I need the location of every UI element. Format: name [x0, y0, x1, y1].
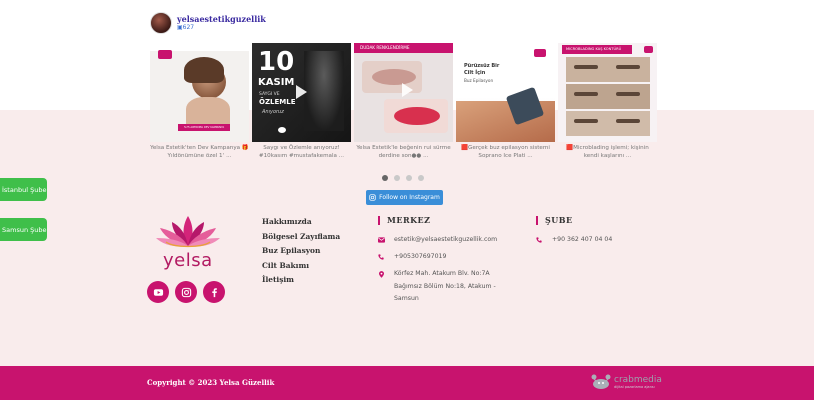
samsun-branch-button[interactable]: Samsun Şube — [0, 218, 47, 241]
post-caption-5-more: kendi kaşlarını ... — [583, 153, 632, 159]
copyright-text: Copyright © 2023 Yelsa Güzellik — [147, 378, 275, 387]
facebook-button[interactable] — [203, 281, 225, 303]
link-regional-slimming[interactable]: Bölgesel Zayıflama — [262, 230, 340, 245]
carousel-dot-4[interactable] — [418, 175, 424, 181]
carousel-dot-2[interactable] — [394, 175, 400, 181]
location-pin-icon — [377, 268, 385, 278]
youtube-button[interactable] — [147, 281, 169, 303]
phone-icon — [377, 251, 385, 260]
footer-links: Hakkımızda Bölgesel Zayıflama Buz Epilas… — [262, 215, 340, 288]
post-count-value: 627 — [182, 23, 195, 31]
post-caption-5: 🟥Microblading işlemi; kişinin — [566, 145, 649, 151]
carousel-pagination — [382, 175, 424, 181]
thumb-text-line: Cilt İçin — [464, 70, 486, 76]
play-icon[interactable] — [500, 85, 511, 99]
month-label: KASIM — [258, 77, 295, 88]
instagram-gallery: %75 ARTIRIMLI DEV KAMPANYA Yelsa Estetik… — [150, 43, 658, 163]
envelope-icon — [377, 234, 385, 243]
thumb-text-line: Buz Epilasyon — [464, 78, 494, 83]
sube-phone-row[interactable]: +90 362 407 04 04 — [535, 234, 612, 247]
thumb-header: DUDAK RENKLENDİRME — [354, 43, 453, 53]
post-thumbnail-2[interactable]: 10 KASIM SAYGI VE ÖZLEMLE Anıyoruz — [252, 43, 351, 142]
sube-title: ŞUBE — [545, 215, 573, 225]
instagram-icon — [369, 194, 376, 201]
post-caption-4-more: Soprano Ice Plati ... — [478, 153, 533, 159]
campaign-banner: %75 ARTIRIMLI DEV KAMPANYA — [178, 124, 230, 131]
instagram-icon — [181, 287, 191, 297]
post-caption-3: Yelsa Estetik'le beğenin rui sürme — [356, 145, 451, 151]
link-ice-epilation[interactable]: Buz Epilasyon — [262, 244, 340, 259]
link-contact[interactable]: İletişim — [262, 273, 340, 288]
post-caption-1-more: Yıldönümüne özel 1ʼ ... — [167, 153, 232, 159]
crab-logo-icon — [591, 374, 611, 389]
play-icon[interactable] — [402, 83, 413, 97]
yelsa-logo-icon — [644, 46, 653, 53]
phone-icon — [535, 234, 543, 243]
yelsa-logo-icon — [158, 50, 172, 59]
post-count: ▣627 — [177, 24, 266, 32]
thumb-text-line: ÖZLEMLE — [259, 98, 296, 106]
instagram-button[interactable] — [175, 281, 197, 303]
post-caption-3-more: derdine son●● ... — [378, 153, 429, 159]
post-thumbnail-4[interactable]: Pürüzsüz Bir Cilt İçin Buz Epilasyon — [456, 43, 555, 142]
youtube-icon — [153, 288, 163, 296]
thumb-text-line: SAYGI VE — [259, 92, 280, 97]
instagram-post-2[interactable]: 10 KASIM SAYGI VE ÖZLEMLE Anıyoruz Saygı… — [252, 43, 351, 160]
merkez-address-line: Körfez Mah. Atakum Blv. No:7A — [394, 270, 490, 277]
merkez-heading: MERKEZ — [378, 215, 431, 225]
post-thumbnail-5[interactable]: MICROBLADING KAŞ KONTÜRÜ — [558, 43, 657, 142]
merkez-email-row[interactable]: estetik@yelsaestetikguzellik.com — [377, 234, 497, 247]
follow-instagram-button[interactable]: Follow on Instagram — [366, 190, 443, 205]
follow-label: Follow on Instagram — [379, 194, 440, 201]
crabmedia-brand[interactable]: crabmedia dijital pazarlama ajansı — [590, 373, 662, 391]
post-caption-2: Saygı ve Özlemle anıyoruz! — [263, 145, 340, 151]
date-number: 10 — [258, 47, 295, 77]
thumb-text-line: Pürüzsüz Bir — [464, 63, 500, 69]
istanbul-branch-button[interactable]: İstanbul Şube — [0, 178, 47, 201]
merkez-address-line: Bağımsız Bölüm No:18, Atakum - — [394, 282, 496, 290]
yelsa-logo-icon — [534, 49, 546, 57]
merkez-phone-row[interactable]: +905307697019 — [377, 251, 446, 264]
brand-name: crabmedia — [614, 374, 662, 385]
play-icon[interactable] — [296, 85, 307, 99]
merkez-address-row: Körfez Mah. Atakum Blv. No:7A Bağımsız B… — [377, 268, 496, 306]
post-caption-2-more: #10kasım #mustafakemala ... — [258, 153, 345, 159]
post-caption-1: Yelsa Estetik'ten Dev Kampanya 🎁 — [150, 145, 249, 151]
heading-accent — [536, 215, 538, 225]
merkez-address-line: Samsun — [394, 295, 419, 302]
branch-label: İstanbul Şube — [2, 185, 47, 194]
branch-label: Samsun Şube — [2, 225, 47, 234]
copyright-bar — [0, 366, 814, 400]
brand-tagline: dijital pazarlama ajansı — [614, 384, 655, 389]
instagram-post-3[interactable]: DUDAK RENKLENDİRME Yelsa Estetik'le beğe… — [354, 43, 453, 160]
post-caption-4: 🟥Gerçek buz epilasyon sistemi — [461, 145, 550, 151]
carousel-dot-3[interactable] — [406, 175, 412, 181]
logo-wordmark: yelsa — [163, 250, 213, 271]
merkez-title: MERKEZ — [387, 215, 431, 225]
instagram-post-4[interactable]: Pürüzsüz Bir Cilt İçin Buz Epilasyon 🟥Ge… — [456, 43, 555, 160]
carousel-dot-1[interactable] — [382, 175, 388, 181]
facebook-icon — [211, 287, 217, 297]
thumb-header: MICROBLADING KAŞ KONTÜRÜ — [562, 45, 632, 54]
heading-accent — [378, 215, 380, 225]
post-thumbnail-3[interactable]: DUDAK RENKLENDİRME — [354, 43, 453, 142]
merkez-email[interactable]: estetik@yelsaestetikguzellik.com — [394, 234, 497, 247]
instagram-post-1[interactable]: %75 ARTIRIMLI DEV KAMPANYA Yelsa Estetik… — [150, 43, 249, 160]
instagram-profile[interactable]: yelsaestetikguzellik ▣627 — [150, 12, 266, 34]
sube-phone[interactable]: +90 362 407 04 04 — [552, 234, 612, 247]
instagram-post-5[interactable]: MICROBLADING KAŞ KONTÜRÜ 🟥Microblading i… — [558, 43, 657, 160]
merkez-phone[interactable]: +905307697019 — [394, 251, 446, 264]
instagram-username[interactable]: yelsaestetikguzellik — [177, 14, 266, 24]
yelsa-logo-icon — [278, 127, 286, 133]
post-thumbnail-1[interactable]: %75 ARTIRIMLI DEV KAMPANYA — [150, 43, 249, 142]
link-about[interactable]: Hakkımızda — [262, 215, 340, 230]
link-skin-care[interactable]: Cilt Bakımı — [262, 259, 340, 274]
sube-heading: ŞUBE — [536, 215, 573, 225]
thumb-text-line: Anıyoruz — [262, 109, 284, 115]
avatar[interactable] — [150, 12, 172, 34]
